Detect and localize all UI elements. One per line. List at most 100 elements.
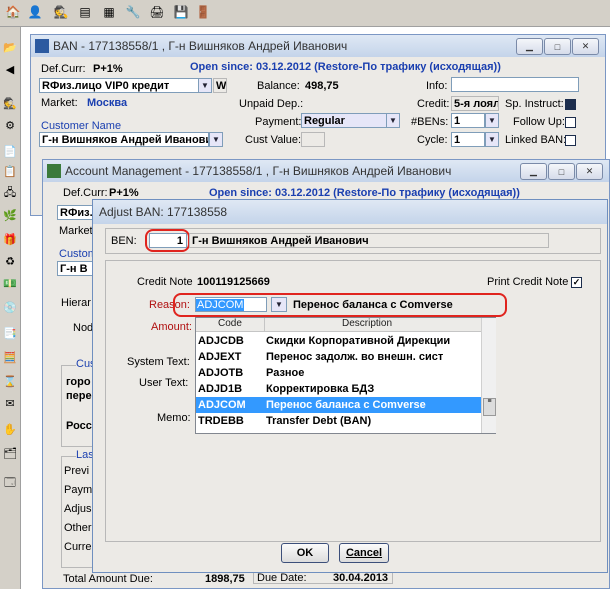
stamp-icon[interactable]: ✉	[2, 395, 18, 411]
code-column-header[interactable]: Code	[218, 318, 242, 329]
customer-name-field[interactable]: Г-н Вишняков Андрей Иванови	[39, 132, 209, 147]
reason-dropdown-list[interactable]: Code Description ADJCDB Скидки Корпорати…	[195, 317, 496, 434]
print-credit-note-checkbox[interactable]: ✓	[571, 277, 582, 288]
clipboard-icon[interactable]: 📋	[2, 163, 18, 179]
adjust-ban-dialog: Adjust BAN: 177138558 BEN: 1 Г-н Вишняко…	[92, 199, 608, 573]
close-button[interactable]: ✕	[572, 38, 599, 55]
list-item-code: ADJD1B	[198, 383, 243, 395]
window-icon[interactable]: 🗔	[2, 475, 18, 491]
description-column-header[interactable]: Description	[342, 318, 392, 329]
person-icon[interactable]: 👤	[26, 3, 44, 21]
system-text-label: System Text:	[127, 356, 190, 368]
list-item-desc: Скидки Корпоративной Дирекции	[266, 335, 451, 347]
printer-icon[interactable]: 🖨	[148, 3, 166, 21]
account-type-dropdown[interactable]: ▼	[198, 78, 212, 93]
network-icon[interactable]: 🖧	[2, 185, 18, 201]
list-item-code: ADJEXT	[198, 351, 242, 363]
list-item-desc: Перенос баланса с Comverse	[266, 399, 426, 411]
back-icon[interactable]: ◀	[2, 61, 18, 77]
header-divider	[264, 318, 265, 331]
sp-instruct-checkbox[interactable]	[565, 99, 576, 110]
info-field[interactable]	[451, 77, 579, 92]
cycle-field[interactable]: 1	[451, 132, 485, 147]
list-item-desc: Корректировка БДЗ	[266, 383, 375, 395]
total-amount-label: Total Amount Due:	[63, 573, 153, 585]
disk-icon[interactable]: 💿	[2, 299, 18, 315]
recycle-icon[interactable]: ♻	[2, 253, 18, 269]
account-type-field[interactable]: RФиз.лицо VIP0 кредит	[39, 78, 201, 93]
calculator-icon[interactable]: 🧮	[2, 349, 18, 365]
list-item[interactable]: ADJCDB Скидки Корпоративной Дирекции	[196, 333, 481, 349]
money-icon[interactable]: 💵	[2, 275, 18, 291]
market-label: Market:	[41, 97, 78, 109]
follow-up-checkbox[interactable]	[565, 117, 576, 128]
save-icon[interactable]: 💾	[172, 3, 190, 21]
customer-name-dropdown[interactable]: ▼	[209, 132, 223, 147]
balance-label: Balance:	[257, 80, 300, 92]
minimize-button[interactable]: ▁	[520, 163, 547, 180]
list-item[interactable]: ADJOTB Разное	[196, 365, 481, 381]
credit-value: 5-я лоял	[451, 96, 499, 111]
bens-label: #BENs:	[411, 116, 449, 128]
main-toolbar: 🏠 👤 🕵 ▤ ▦ 🔧 🖨 💾 🚪	[0, 0, 610, 27]
reason-highlight-oval	[173, 293, 507, 317]
close-button[interactable]: ✕	[576, 163, 603, 180]
list-scrollbar[interactable]: ≡	[481, 318, 496, 433]
agent-icon[interactable]: 🕵	[2, 95, 18, 111]
credit-note-label: Credit Note	[137, 276, 193, 288]
layers-icon[interactable]: 🗂	[2, 445, 18, 461]
list-item[interactable]: TRDEBB Transfer Debt (BAN)	[196, 413, 481, 429]
maximize-button[interactable]: □	[548, 163, 575, 180]
left-toolbar: 📂 ◀ 🕵 ⚙ 📄 📋 🖧 🌿 🎁 ♻ 💵 💿 📑 🧮 ⌛ ✉ ✋ 🗂 🗔	[0, 27, 21, 589]
app-icon	[47, 164, 61, 178]
cycle-dropdown[interactable]: ▼	[485, 132, 499, 147]
ben-highlight-oval	[145, 229, 190, 252]
previous-label: Previ	[64, 465, 90, 477]
maximize-button[interactable]: □	[544, 38, 571, 55]
home-icon[interactable]: 🏠	[4, 3, 22, 21]
hourglass-icon[interactable]: ⌛	[2, 373, 18, 389]
minimize-button[interactable]: ▁	[516, 38, 543, 55]
payment-dropdown[interactable]: ▼	[386, 113, 400, 128]
list-item-code: TRDEBB	[198, 415, 244, 427]
ban-window-titlebar[interactable]: BAN - 177138558/1 , Г-н Вишняков Андрей …	[31, 35, 605, 57]
dialog-titlebar[interactable]: Adjust BAN: 177138558	[93, 200, 607, 224]
list-icon[interactable]: ▤	[76, 3, 94, 21]
gift-icon[interactable]: 🎁	[2, 231, 18, 247]
bens-dropdown[interactable]: ▼	[485, 113, 499, 128]
gear-icon[interactable]: ⚙	[2, 117, 18, 133]
scrollbar-thumb[interactable]: ≡	[483, 398, 496, 416]
print-credit-note-label: Print Credit Note	[487, 276, 569, 288]
ban-window-title: BAN - 177138558/1 , Г-н Вишняков Андрей …	[53, 39, 348, 53]
acct-window-title: Account Management - 177138558/1 , Г-н В…	[65, 164, 452, 178]
info-label: Info:	[426, 80, 448, 92]
folder-icon[interactable]: 📂	[2, 39, 18, 55]
cycle-label: Cycle:	[417, 134, 448, 146]
user-text-label: User Text:	[139, 377, 189, 389]
current-label: Curre	[64, 541, 92, 553]
grid-icon[interactable]: ▦	[100, 3, 118, 21]
account-type-field[interactable]: RФиз.	[57, 205, 97, 220]
agent-icon[interactable]: 🕵	[52, 3, 70, 21]
tree-icon[interactable]: 🌿	[2, 207, 18, 223]
exit-icon[interactable]: 🚪	[194, 3, 212, 21]
acct-window-titlebar[interactable]: Account Management - 177138558/1 , Г-н В…	[43, 160, 609, 182]
cancel-button[interactable]: Cancel	[339, 543, 389, 563]
list-item-selected[interactable]: ADJCOM Перенос баланса с Comverse	[196, 397, 481, 413]
ben-label: BEN:	[111, 235, 137, 247]
payment-field[interactable]: Regular	[301, 113, 387, 128]
report-icon[interactable]: 📑	[2, 325, 18, 341]
document-icon[interactable]: 📄	[2, 143, 18, 159]
bens-field[interactable]: 1	[451, 113, 485, 128]
list-item[interactable]: ADJEXT Перенос задолж. во внешн. сист	[196, 349, 481, 365]
ok-button[interactable]: OK	[281, 543, 329, 563]
wrench-icon[interactable]: 🔧	[124, 3, 142, 21]
balance-value: 498,75	[305, 80, 339, 92]
linked-ban-checkbox[interactable]	[565, 135, 576, 146]
other-label: Other	[64, 522, 92, 534]
cust-value-field	[301, 132, 325, 147]
list-item[interactable]: ADJD1B Корректировка БДЗ	[196, 381, 481, 397]
customer-name-field[interactable]: Г-н В	[57, 261, 97, 276]
open-since-text: Open since: 03.12.2012 (Restore-По трафи…	[209, 187, 520, 199]
hand-icon[interactable]: ✋	[2, 421, 18, 437]
